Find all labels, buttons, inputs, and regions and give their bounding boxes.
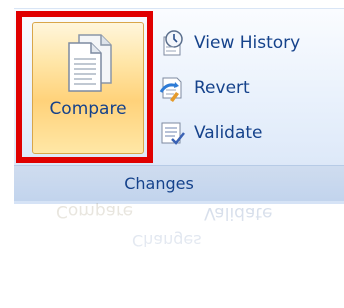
validate-label: Validate [194,123,263,143]
validate-icon [161,122,185,145]
view-history-label: View History [194,33,301,53]
revert-label: Revert [194,78,250,98]
view-history-button[interactable]: View History [158,26,300,60]
revert-icon [159,77,182,102]
highlight-box [16,11,153,163]
group-label: Changes [124,174,194,193]
ribbon-reflection: Changes Compare Validate [14,203,344,308]
revert-button[interactable]: Revert [158,71,250,105]
group-footer: Changes [14,165,344,201]
reflection-fade [14,203,344,308]
validate-button[interactable]: Validate [158,116,263,150]
history-icon [163,30,183,56]
